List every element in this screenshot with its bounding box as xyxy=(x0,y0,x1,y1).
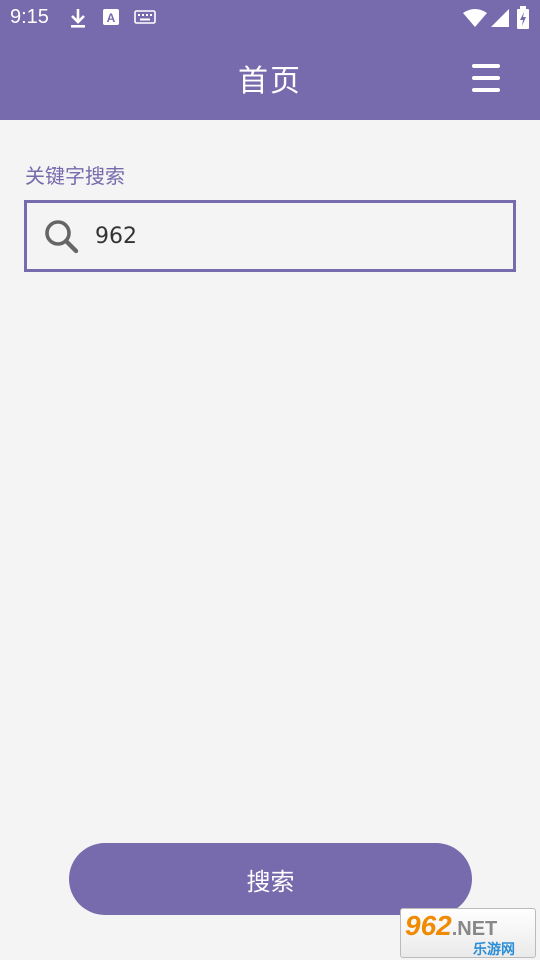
header: 9:15 A 首页 xyxy=(0,0,540,120)
app-bar: 首页 xyxy=(0,36,540,120)
keyboard-icon xyxy=(134,10,156,24)
download-icon xyxy=(71,9,85,28)
watermark-sub-text: 乐游网 xyxy=(473,942,515,958)
watermark-logo: 962.NET 乐游网 xyxy=(400,908,536,958)
a-notification-icon: A xyxy=(103,9,119,25)
signal-icon xyxy=(491,9,509,27)
wifi-icon xyxy=(463,9,487,27)
svg-text:A: A xyxy=(107,11,116,25)
search-button[interactable]: 搜索 xyxy=(69,843,472,915)
battery-icon xyxy=(517,6,529,29)
status-time: 9:15 xyxy=(10,6,49,28)
menu-button[interactable] xyxy=(464,58,508,98)
page-title: 首页 xyxy=(238,64,302,99)
search-icon xyxy=(45,220,79,254)
search-input[interactable] xyxy=(95,215,495,257)
search-label: 关键字搜索 xyxy=(25,164,125,188)
status-bar: 9:15 A xyxy=(0,0,540,36)
search-box[interactable] xyxy=(24,200,516,272)
